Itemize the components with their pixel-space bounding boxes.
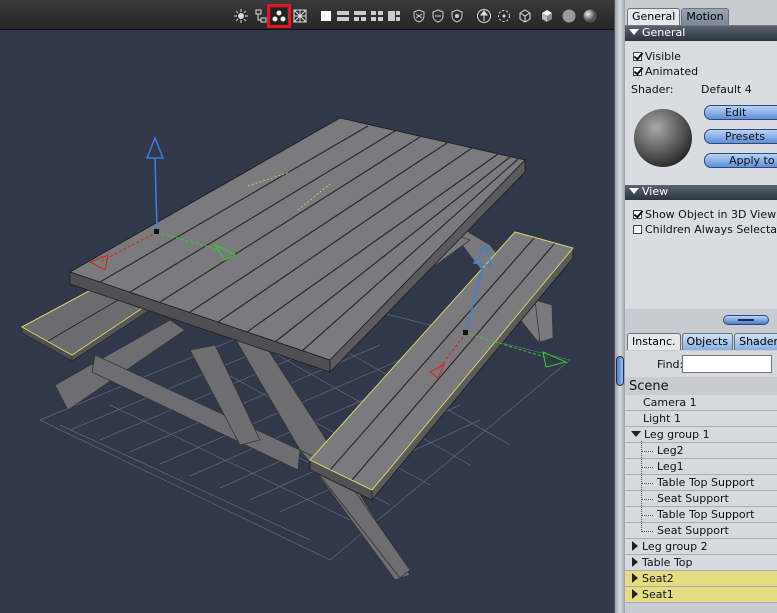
layout-4-icon[interactable] bbox=[369, 8, 385, 24]
properties-tabs: General Motion bbox=[625, 8, 729, 25]
splitter-grip[interactable] bbox=[616, 356, 624, 386]
tree-item-label: Table Top Support bbox=[657, 508, 755, 521]
disclosure-right-icon[interactable] bbox=[632, 573, 638, 583]
apply-to-children-button[interactable]: Apply to c bbox=[704, 153, 777, 168]
properties-panel: General Motion General Visible Animated … bbox=[625, 0, 777, 613]
shader-value: Default 4 bbox=[701, 83, 752, 96]
visible-checkbox[interactable] bbox=[633, 52, 642, 61]
animated-row[interactable]: Animated bbox=[633, 65, 698, 78]
find-label: Find: bbox=[657, 358, 684, 371]
collapse-handle[interactable] bbox=[723, 315, 769, 325]
children-selectable-checkbox[interactable] bbox=[633, 225, 642, 234]
tab-objects[interactable]: Objects bbox=[681, 333, 734, 350]
tree-guide-line bbox=[641, 441, 642, 532]
find-row: Find: bbox=[625, 351, 777, 377]
shield-a-icon[interactable] bbox=[411, 8, 427, 24]
tree-item-leg-group-1[interactable]: Leg group 1 bbox=[625, 427, 777, 443]
layout-2h-icon[interactable] bbox=[335, 8, 351, 24]
find-input[interactable] bbox=[682, 355, 772, 373]
show-3d-row[interactable]: Show Object in 3D View bbox=[633, 208, 776, 221]
hierarchy-icon[interactable] bbox=[253, 8, 269, 24]
viewport-toolbar bbox=[0, 0, 618, 30]
animated-label: Animated bbox=[645, 65, 699, 78]
tab-shaders[interactable]: Shaders bbox=[734, 333, 777, 350]
layout-grid-icon[interactable] bbox=[386, 8, 402, 24]
general-section: General Visible Animated Shader: Default… bbox=[625, 25, 777, 309]
presets-button[interactable]: Presets bbox=[704, 129, 777, 144]
rotate-icon[interactable] bbox=[496, 8, 512, 24]
tree-item-seat-support[interactable]: Seat Support bbox=[625, 523, 777, 539]
tree-item-leg-group-2[interactable]: Leg group 2 bbox=[625, 539, 777, 555]
cube-wire-icon[interactable] bbox=[517, 8, 533, 24]
disclosure-down-icon bbox=[629, 29, 639, 35]
visible-label: Visible bbox=[645, 50, 681, 63]
tree-item-label: Light 1 bbox=[643, 412, 681, 425]
disclosure-right-icon[interactable] bbox=[632, 589, 638, 599]
general-header-label: General bbox=[642, 26, 686, 39]
disclosure-right-icon[interactable] bbox=[632, 541, 638, 551]
tree-item-seat-support[interactable]: Seat Support bbox=[625, 491, 777, 507]
view-header[interactable]: View bbox=[625, 185, 777, 200]
tree-item-label: Table Top bbox=[642, 556, 693, 569]
shader-preview-sphere[interactable] bbox=[633, 108, 693, 168]
tree-item-label: Seat2 bbox=[642, 572, 674, 585]
edit-shader-button[interactable]: Edit bbox=[704, 105, 777, 120]
visible-row[interactable]: Visible bbox=[633, 50, 681, 63]
tab-general[interactable]: General bbox=[627, 8, 681, 25]
tree-item-leg2[interactable]: Leg2 bbox=[625, 443, 777, 459]
children-selectable-label: Children Always Selectable bbox=[645, 223, 777, 236]
tree-item-label: Camera 1 bbox=[643, 396, 697, 409]
scene-title: Scene bbox=[629, 379, 669, 394]
disclosure-right-icon[interactable] bbox=[632, 557, 638, 567]
tree-item-label: Leg group 2 bbox=[642, 540, 708, 553]
shader-label: Shader: bbox=[631, 83, 674, 96]
group-icon[interactable] bbox=[267, 4, 291, 28]
show-3d-label: Show Object in 3D View bbox=[645, 208, 777, 221]
layout-3-icon[interactable] bbox=[352, 8, 368, 24]
tree-item-label: Seat1 bbox=[642, 588, 674, 601]
tree-item-label: Leg group 1 bbox=[644, 428, 710, 441]
general-header[interactable]: General bbox=[625, 26, 777, 41]
scene-tabs: Instanc. Objects Shaders S bbox=[625, 333, 777, 350]
animated-checkbox[interactable] bbox=[633, 67, 642, 76]
move-icon[interactable] bbox=[476, 8, 492, 24]
view-header-label: View bbox=[642, 185, 669, 198]
tree-item-label: Seat Support bbox=[657, 524, 729, 537]
children-selectable-row[interactable]: Children Always Selectable bbox=[633, 223, 777, 236]
shield-b-icon[interactable] bbox=[430, 8, 446, 24]
tree-item-table-top-support[interactable]: Table Top Support bbox=[625, 507, 777, 523]
tab-instances[interactable]: Instanc. bbox=[627, 333, 681, 350]
network-icon[interactable] bbox=[292, 8, 308, 24]
tree-item-label: Leg2 bbox=[657, 444, 684, 457]
cube-solid-icon[interactable] bbox=[539, 8, 555, 24]
scene-render bbox=[20, 117, 574, 581]
tree-item-seat1[interactable]: Seat1 bbox=[625, 587, 777, 603]
tree-item-label: Seat Support bbox=[657, 492, 729, 505]
show-3d-checkbox[interactable] bbox=[633, 210, 642, 219]
tree-item-light-1[interactable]: Light 1 bbox=[625, 411, 777, 427]
tree-item-table-top[interactable]: Table Top bbox=[625, 555, 777, 571]
tree-item-label: Table Top Support bbox=[657, 476, 755, 489]
light-icon[interactable] bbox=[233, 8, 249, 24]
sphere-smooth-icon[interactable] bbox=[582, 8, 598, 24]
scene-tree-panel: Instanc. Objects Shaders S Find: Scene C… bbox=[625, 333, 777, 613]
tree-item-table-top-support[interactable]: Table Top Support bbox=[625, 475, 777, 491]
square-icon[interactable] bbox=[318, 8, 334, 24]
disclosure-down-icon bbox=[629, 188, 639, 194]
3d-viewport[interactable] bbox=[0, 30, 614, 613]
tree-item-seat2[interactable]: Seat2 bbox=[625, 571, 777, 587]
disclosure-down-icon[interactable] bbox=[631, 431, 641, 437]
tree-item-label: Leg1 bbox=[657, 460, 684, 473]
panel-splitter[interactable] bbox=[614, 0, 625, 613]
tab-motion[interactable]: Motion bbox=[681, 8, 729, 25]
sphere-flat-icon[interactable] bbox=[561, 8, 577, 24]
tree-item-leg1[interactable]: Leg1 bbox=[625, 459, 777, 475]
shield-c-icon[interactable] bbox=[449, 8, 465, 24]
tree-item-camera-1[interactable]: Camera 1 bbox=[625, 395, 777, 411]
